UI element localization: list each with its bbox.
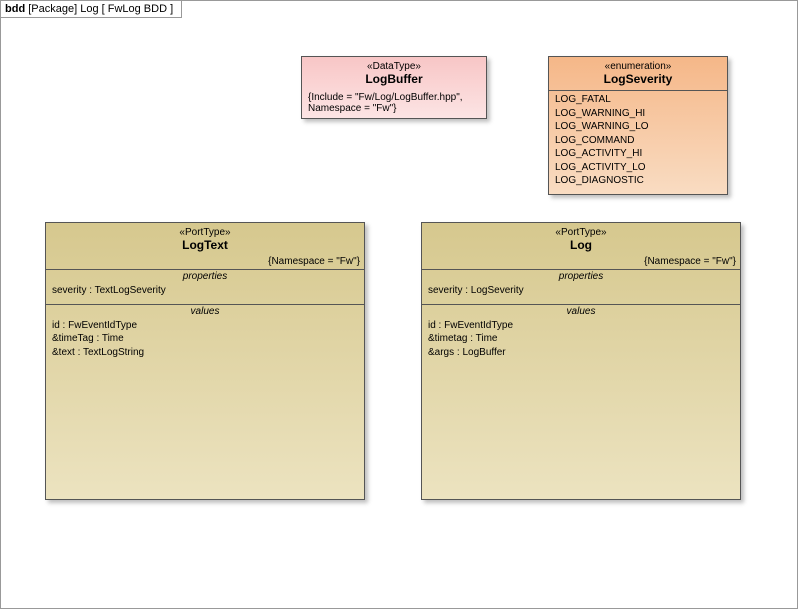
logseverity-name: LogSeverity [555, 72, 721, 86]
log-name: Log [428, 238, 734, 252]
property-row: severity : TextLogSeverity [52, 284, 358, 298]
enum-literal: LOG_DIAGNOSTIC [555, 174, 721, 188]
log-properties: severity : LogSeverity [422, 282, 740, 304]
logtext-name: LogText [52, 238, 358, 252]
logseverity-stereotype: «enumeration» [555, 61, 721, 72]
logtext-constraint: {Namespace = "Fw"} [46, 256, 364, 269]
log-values-label: values [422, 305, 740, 317]
logseverity-literals: LOG_FATAL LOG_WARNING_HI LOG_WARNING_LO … [549, 90, 727, 194]
enum-literal: LOG_COMMAND [555, 134, 721, 148]
block-logtext: «PortType» LogText {Namespace = "Fw"} pr… [45, 222, 365, 500]
logtext-values: id : FwEventIdType &timeTag : Time &text… [46, 317, 364, 366]
logtext-properties: severity : TextLogSeverity [46, 282, 364, 304]
enum-literal: LOG_WARNING_HI [555, 107, 721, 121]
diagram-frame: bdd [Package] Log [ FwLog BDD ] «DataTyp… [0, 0, 798, 609]
enum-literal: LOG_FATAL [555, 93, 721, 107]
frame-prefix: bdd [5, 3, 25, 15]
block-logseverity: «enumeration» LogSeverity LOG_FATAL LOG_… [548, 56, 728, 195]
log-properties-label: properties [422, 270, 740, 282]
property-row: severity : LogSeverity [428, 284, 734, 298]
logtext-header: «PortType» LogText [46, 223, 364, 256]
logbuffer-stereotype: «DataType» [308, 61, 480, 72]
value-row: &timetag : Time [428, 332, 734, 346]
enum-literal: LOG_ACTIVITY_HI [555, 147, 721, 161]
enum-literal: LOG_WARNING_LO [555, 120, 721, 134]
logtext-properties-label: properties [46, 270, 364, 282]
log-values: id : FwEventIdType &timetag : Time &args… [422, 317, 740, 366]
block-log: «PortType» Log {Namespace = "Fw"} proper… [421, 222, 741, 500]
block-logbuffer-header: «DataType» LogBuffer [302, 57, 486, 90]
logseverity-header: «enumeration» LogSeverity [549, 57, 727, 90]
value-row: id : FwEventIdType [428, 319, 734, 333]
log-header: «PortType» Log [422, 223, 740, 256]
logtext-values-label: values [46, 305, 364, 317]
value-row: &timeTag : Time [52, 332, 358, 346]
value-row: &text : TextLogString [52, 346, 358, 360]
logtext-stereotype: «PortType» [52, 227, 358, 238]
log-constraint: {Namespace = "Fw"} [422, 256, 740, 269]
value-row: &args : LogBuffer [428, 346, 734, 360]
enum-literal: LOG_ACTIVITY_LO [555, 161, 721, 175]
log-stereotype: «PortType» [428, 227, 734, 238]
logbuffer-constraint: {Include = "Fw/Log/LogBuffer.hpp", Names… [302, 90, 486, 118]
value-row: id : FwEventIdType [52, 319, 358, 333]
frame-label: [Package] Log [ FwLog BDD ] [28, 3, 173, 15]
frame-header: bdd [Package] Log [ FwLog BDD ] [1, 1, 182, 18]
block-logbuffer: «DataType» LogBuffer {Include = "Fw/Log/… [301, 56, 487, 119]
logbuffer-name: LogBuffer [308, 72, 480, 86]
